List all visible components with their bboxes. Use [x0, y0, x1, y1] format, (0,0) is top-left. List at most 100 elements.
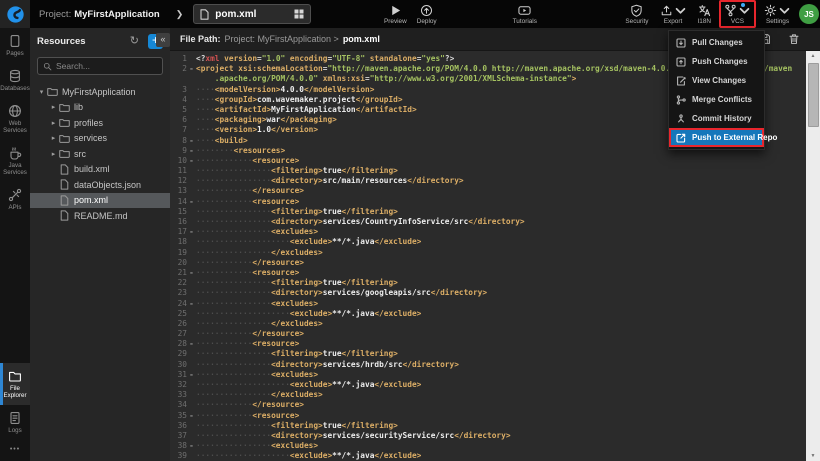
fold-marker [187, 217, 196, 227]
refresh-icon[interactable]: ↻ [130, 36, 139, 47]
fold-marker[interactable]: - [187, 411, 196, 421]
security-button[interactable]: Security [622, 0, 651, 28]
fold-marker[interactable]: - [187, 197, 196, 207]
code-line[interactable]: 30················<directory>services/hr… [170, 360, 806, 370]
vcs-menu-item-pull-changes[interactable]: Pull Changes [669, 33, 764, 52]
trash-icon[interactable] [788, 33, 800, 45]
tree-item-lib[interactable]: ▸lib [30, 100, 170, 116]
sidebar-item-file-explorer[interactable]: File Explorer [0, 363, 30, 405]
code-line[interactable]: 22················<filtering>true</filte… [170, 278, 806, 288]
sidebar-item-label: Java Services [0, 162, 30, 176]
tree-item-dataobjects-json[interactable]: dataObjects.json [30, 177, 170, 193]
tab-pom-xml[interactable]: pom.xml [193, 4, 311, 24]
fold-marker[interactable]: - [187, 146, 196, 156]
code-line[interactable]: 16················<directory>services/Co… [170, 217, 806, 227]
export-button[interactable]: Export [657, 0, 690, 28]
vcs-menu-item-push-changes[interactable]: Push Changes [669, 52, 764, 71]
code-line[interactable]: 38-················<excludes> [170, 441, 806, 451]
scrollbar-thumb[interactable] [808, 63, 819, 127]
vcs-button[interactable]: VCS [719, 0, 756, 28]
sidebar-item-label: File Explorer [0, 385, 30, 399]
fold-marker[interactable]: - [187, 339, 196, 349]
deploy-button[interactable]: Deploy [414, 0, 440, 28]
vcs-menu-item-push-to-external-repo[interactable]: Push to External Repo [669, 128, 764, 147]
code-line[interactable]: 36················<filtering>true</filte… [170, 421, 806, 431]
sidebar-item-java-services[interactable]: Java Services [0, 140, 30, 182]
caret-icon[interactable]: ▸ [48, 150, 59, 158]
code-line[interactable]: 13············</resource> [170, 186, 806, 196]
vcs-menu-item-merge-conflicts[interactable]: Merge Conflicts [669, 90, 764, 109]
scroll-down-icon[interactable]: ▼ [806, 451, 820, 461]
code-line[interactable]: 14-············<resource> [170, 197, 806, 207]
code-line[interactable]: 37················<directory>services/se… [170, 431, 806, 441]
tree-item-label: README.md [74, 211, 128, 221]
tree-item-myfirstapplication[interactable]: ▾MyFirstApplication [30, 84, 170, 100]
i18n-icon [698, 4, 711, 17]
settings-button[interactable]: Settings [761, 0, 794, 28]
code-line[interactable]: 20············</resource> [170, 258, 806, 268]
caret-icon[interactable]: ▸ [48, 119, 59, 127]
sidebar-item-web-services[interactable]: Web Services [0, 98, 30, 140]
code-line[interactable]: 32····················<exclude>**/*.java… [170, 380, 806, 390]
editor-scrollbar[interactable]: ▲ ▼ [806, 51, 820, 461]
fold-marker [187, 390, 196, 400]
caret-icon[interactable]: ▾ [36, 88, 47, 96]
preview-button[interactable]: Preview [381, 0, 410, 28]
grid-icon[interactable] [294, 9, 304, 19]
fold-marker[interactable]: - [187, 370, 196, 380]
code-line[interactable]: 31-················<excludes> [170, 370, 806, 380]
fold-marker[interactable]: - [187, 64, 196, 74]
fold-marker[interactable]: - [187, 156, 196, 166]
tree-item-readme-md[interactable]: README.md [30, 208, 170, 224]
code-line[interactable]: 28-············<resource> [170, 339, 806, 349]
code-line[interactable]: 29················<filtering>true</filte… [170, 349, 806, 359]
code-line[interactable]: 12················<directory>src/main/re… [170, 176, 806, 186]
code-line[interactable]: 35-············<resource> [170, 411, 806, 421]
code-line[interactable]: 17-················<excludes> [170, 227, 806, 237]
code-line[interactable]: 21-············<resource> [170, 268, 806, 278]
caret-icon[interactable]: ▸ [48, 134, 59, 142]
sidebar-item-apis[interactable]: APIs [0, 182, 30, 217]
scroll-up-icon[interactable]: ▲ [806, 51, 820, 61]
tree-item-src[interactable]: ▸src [30, 146, 170, 162]
resources-header: Resources ↻ + [30, 28, 170, 54]
vcs-menu-item-commit-history[interactable]: Commit History [669, 109, 764, 128]
code-line[interactable]: 11················<filtering>true</filte… [170, 166, 806, 176]
code-line[interactable]: 34············</resource> [170, 400, 806, 410]
code-line[interactable]: 25····················<exclude>**/*.java… [170, 309, 806, 319]
sidebar-item-pages[interactable]: Pages [0, 28, 30, 63]
collapse-panel-button[interactable]: « [156, 33, 170, 47]
tree-item-services[interactable]: ▸services [30, 131, 170, 147]
code-line[interactable]: 39····················<exclude>**/*.java… [170, 451, 806, 461]
fold-marker[interactable]: - [187, 136, 196, 146]
tree-item-build-xml[interactable]: build.xml [30, 162, 170, 178]
fold-marker[interactable]: - [187, 227, 196, 237]
code-line[interactable]: 24-················<excludes> [170, 299, 806, 309]
caret-icon[interactable]: ▸ [48, 103, 59, 111]
code-line[interactable]: 15················<filtering>true</filte… [170, 207, 806, 217]
vcs-menu-item-view-changes[interactable]: View Changes [669, 71, 764, 90]
code-line[interactable]: 19················</excludes> [170, 248, 806, 258]
i18n-button[interactable]: I18N [695, 0, 715, 28]
tree-item-profiles[interactable]: ▸profiles [30, 115, 170, 131]
file-icon [200, 9, 209, 20]
folder-icon [59, 117, 70, 128]
line-number: 35 [170, 411, 187, 421]
tree-item-pom-xml[interactable]: pom.xml [30, 193, 170, 209]
code-line[interactable]: 10-············<resource> [170, 156, 806, 166]
code-line[interactable]: 18····················<exclude>**/*.java… [170, 237, 806, 247]
fold-marker[interactable]: - [187, 299, 196, 309]
sidebar-item-logs[interactable]: Logs [0, 405, 30, 440]
avatar[interactable]: JS [799, 4, 819, 24]
fold-marker[interactable]: - [187, 441, 196, 451]
code-line[interactable]: 23················<directory>services/go… [170, 288, 806, 298]
search-input[interactable] [56, 61, 157, 71]
fold-marker[interactable]: - [187, 268, 196, 278]
sidebar-item-databases[interactable]: Databases [0, 63, 30, 98]
code-line[interactable]: 26················</excludes> [170, 319, 806, 329]
sidebar-more-button[interactable]: ••• [0, 440, 30, 461]
code-line[interactable]: 33················</excludes> [170, 390, 806, 400]
wavemaker-logo-icon[interactable] [0, 0, 30, 28]
code-line[interactable]: 27············</resource> [170, 329, 806, 339]
tutorials-button[interactable]: Tutorials [510, 0, 540, 28]
